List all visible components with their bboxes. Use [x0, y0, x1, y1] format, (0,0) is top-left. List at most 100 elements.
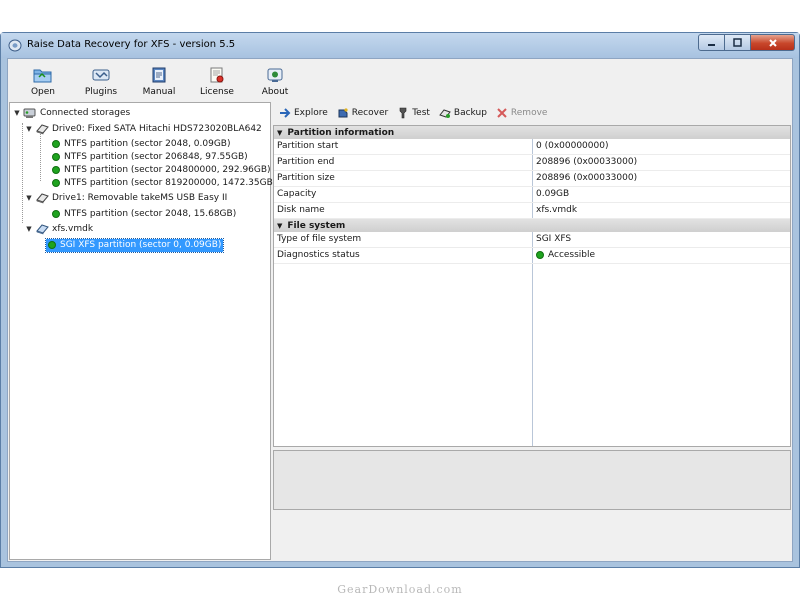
collapse-arrow-icon[interactable]: ▼	[24, 225, 34, 233]
property-key: Partition end	[277, 157, 335, 167]
property-key: Partition size	[277, 173, 335, 183]
partition-label: NTFS partition (sector 204800000, 292.96…	[64, 165, 271, 175]
maximize-icon	[733, 38, 742, 47]
plugins-button[interactable]: Plugins	[72, 59, 130, 101]
backup-label: Backup	[453, 108, 487, 118]
manual-label: Manual	[142, 87, 176, 97]
partition-label: NTFS partition (sector 819200000, 1472.3…	[64, 178, 277, 188]
property-key: Partition start	[277, 141, 339, 151]
tree-partition[interactable]: NTFS partition (sector 819200000, 1472.3…	[52, 176, 276, 190]
ok-status-icon	[52, 166, 60, 174]
drive0-label: Drive0: Fixed SATA Hitachi HDS723020BLA6…	[52, 124, 262, 134]
property-row[interactable]: Partition size 208896 (0x00033000)	[274, 171, 790, 187]
explore-button[interactable]: Explore	[279, 107, 328, 119]
tree-partition[interactable]: NTFS partition (sector 2048, 0.09GB)	[52, 137, 231, 151]
property-row[interactable]: Partition end 208896 (0x00033000)	[274, 155, 790, 171]
maximize-button[interactable]	[725, 34, 751, 51]
property-value: xfs.vmdk	[536, 205, 578, 215]
recover-label: Recover	[351, 108, 389, 118]
open-folder-icon	[33, 69, 52, 83]
description-panel	[273, 450, 791, 510]
test-icon	[399, 107, 407, 119]
license-button[interactable]: License	[188, 59, 246, 101]
about-button[interactable]: About	[246, 59, 304, 101]
file-system-group[interactable]: ▼ File system	[274, 219, 790, 232]
tree-image[interactable]: ▼ xfs.vmdk	[24, 222, 93, 236]
collapse-arrow-icon[interactable]: ▼	[24, 194, 34, 202]
property-key: Capacity	[277, 189, 317, 199]
property-row[interactable]: Type of file system SGI XFS	[274, 232, 790, 248]
tree-partition[interactable]: NTFS partition (sector 204800000, 292.96…	[52, 163, 271, 177]
properties-grid[interactable]: ▼ Partition information Partition start …	[273, 125, 791, 447]
recover-button[interactable]: Recover	[337, 107, 388, 119]
test-button[interactable]: Test	[397, 107, 430, 119]
close-icon	[768, 38, 777, 47]
license-label: License	[200, 87, 234, 97]
plugins-label: Plugins	[84, 87, 118, 97]
property-row[interactable]: Diagnostics status Accessible	[274, 248, 790, 264]
tree-root[interactable]: ▼ Connected storages	[12, 106, 130, 120]
property-value: SGI XFS	[536, 234, 572, 244]
tree-guide-line	[40, 131, 41, 181]
license-icon	[210, 67, 224, 83]
storage-tree[interactable]: ▼ Connected storages ▼ Drive0: Fixed SAT…	[9, 102, 276, 560]
window-title: Raise Data Recovery for XFS - version 5.…	[27, 39, 236, 50]
collapse-arrow-icon[interactable]: ▼	[277, 222, 282, 230]
drive1-label: Drive1: Removable takeMS USB Easy II	[52, 193, 228, 203]
client-area: Open Plugins Manual License About ▼ Conn…	[7, 58, 793, 562]
group-title: Partition information	[287, 127, 395, 138]
partition-label: NTFS partition (sector 2048, 15.68GB)	[64, 209, 237, 219]
property-key: Type of file system	[277, 234, 362, 244]
group-title: File system	[287, 220, 346, 231]
partition-info-group[interactable]: ▼ Partition information	[274, 126, 790, 139]
property-row[interactable]: Disk name xfs.vmdk	[274, 203, 790, 219]
tree-drive0[interactable]: ▼ Drive0: Fixed SATA Hitachi HDS723020BL…	[24, 122, 262, 136]
remove-label: Remove	[510, 108, 548, 118]
tree-partition-selected[interactable]: SGI XFS partition (sector 0, 0.09GB)	[44, 237, 225, 253]
tree-root-label: Connected storages	[40, 108, 131, 118]
remove-button[interactable]: Remove	[496, 107, 548, 119]
property-value: 0.09GB	[536, 189, 570, 199]
property-row[interactable]: Capacity 0.09GB	[274, 187, 790, 203]
status-bar	[8, 535, 792, 561]
open-button[interactable]: Open	[14, 59, 72, 101]
title-bar[interactable]: Raise Data Recovery for XFS - version 5.…	[1, 33, 799, 58]
minimize-button[interactable]	[698, 34, 725, 51]
minimize-icon	[708, 44, 715, 46]
caption-buttons	[698, 34, 795, 52]
property-value: 208896 (0x00033000)	[536, 173, 638, 183]
ok-status-icon	[52, 179, 60, 187]
collapse-arrow-icon[interactable]: ▼	[24, 125, 34, 133]
status-text: Accessible	[548, 250, 596, 260]
recover-icon	[338, 108, 348, 118]
property-row[interactable]: Partition start 0 (0x00000000)	[274, 139, 790, 155]
ok-status-icon	[52, 210, 60, 218]
property-value: Accessible	[536, 250, 595, 260]
test-label: Test	[412, 108, 430, 118]
tree-drive1[interactable]: ▼ Drive1: Removable takeMS USB Easy II	[24, 191, 227, 205]
app-window: Raise Data Recovery for XFS - version 5.…	[0, 32, 800, 568]
arrow-right-icon	[280, 108, 291, 118]
selection-highlight: SGI XFS partition (sector 0, 0.09GB)	[44, 237, 225, 253]
property-value: 208896 (0x00033000)	[536, 157, 638, 167]
property-key: Disk name	[277, 205, 325, 215]
property-value: 0 (0x00000000)	[536, 141, 609, 151]
app-icon	[8, 39, 22, 52]
hard-drive-icon	[36, 124, 49, 135]
collapse-arrow-icon[interactable]: ▼	[277, 129, 282, 137]
ok-status-icon	[52, 153, 60, 161]
tree-partition[interactable]: NTFS partition (sector 2048, 15.68GB)	[52, 207, 236, 221]
backup-button[interactable]: Backup	[439, 107, 487, 119]
plugins-icon	[92, 69, 110, 81]
partition-label: SGI XFS partition (sector 0, 0.09GB)	[60, 240, 222, 250]
ok-status-icon	[52, 140, 60, 148]
about-icon	[267, 68, 283, 82]
partition-label: NTFS partition (sector 206848, 97.55GB)	[64, 152, 248, 162]
collapse-arrow-icon[interactable]: ▼	[12, 109, 22, 117]
tree-partition[interactable]: NTFS partition (sector 206848, 97.55GB)	[52, 150, 248, 164]
close-button[interactable]	[751, 34, 795, 51]
tree-guide-line	[22, 123, 23, 223]
manual-book-icon	[152, 67, 166, 83]
manual-button[interactable]: Manual	[130, 59, 188, 101]
ok-status-icon	[48, 241, 56, 249]
